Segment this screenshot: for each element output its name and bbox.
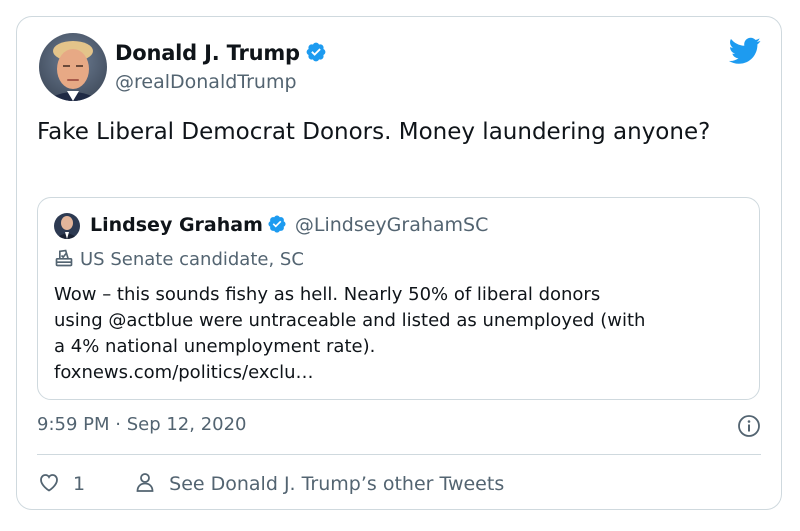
author-avatar[interactable] [39,33,107,101]
quoted-author-name[interactable]: Lindsey Graham [90,214,263,236]
quoted-author-row: Lindsey Graham @LindseyGrahamSC [90,214,488,236]
tweet-text: Fake Liberal Democrat Donors. Money laun… [37,119,711,145]
divider [37,454,761,455]
tweet-timestamp[interactable]: 9:59 PM · Sep 12, 2020 [37,414,247,435]
quoted-text-line: using @actblue were untraceable and list… [54,310,646,331]
author-name-text: Donald J. Trump [115,41,300,65]
like-button[interactable]: 1 [37,473,133,495]
like-count: 1 [73,473,86,495]
heart-icon [40,474,58,492]
quoted-tweet[interactable]: Lindsey Graham @LindseyGrahamSC US Senat… [37,197,760,400]
tweet-actions: 1 See Donald J. Trump’s other Tweets [37,470,504,495]
info-icon[interactable] [737,414,761,438]
other-tweets-link[interactable]: See Donald J. Trump’s other Tweets [133,473,504,495]
person-icon [136,473,154,492]
author-name[interactable]: Donald J. Trump [115,41,327,65]
author-handle[interactable]: @realDonaldTrump [115,71,297,93]
quoted-author-label-text: US Senate candidate, SC [80,249,304,270]
quoted-author-label: US Senate candidate, SC [54,248,304,270]
verified-badge-icon [268,215,286,233]
ballot-box-icon [55,249,73,267]
quoted-text-line: Wow – this sounds fishy as hell. Nearly … [54,284,601,305]
quoted-text-line: a 4% national unemployment rate). [54,336,376,357]
quoted-author-handle[interactable]: @LindseyGrahamSC [295,214,489,236]
quoted-tweet-text: Wow – this sounds fishy as hell. Nearly … [54,282,754,386]
other-tweets-label: See Donald J. Trump’s other Tweets [169,473,505,495]
twitter-bird-icon[interactable] [729,37,761,65]
quoted-link[interactable]: foxnews.com/politics/exclu… [54,360,754,386]
verified-badge-icon [306,42,326,62]
tweet-card: Donald J. Trump @realDonaldTrump Fake Li… [16,16,782,510]
quoted-author-avatar[interactable] [54,213,80,239]
